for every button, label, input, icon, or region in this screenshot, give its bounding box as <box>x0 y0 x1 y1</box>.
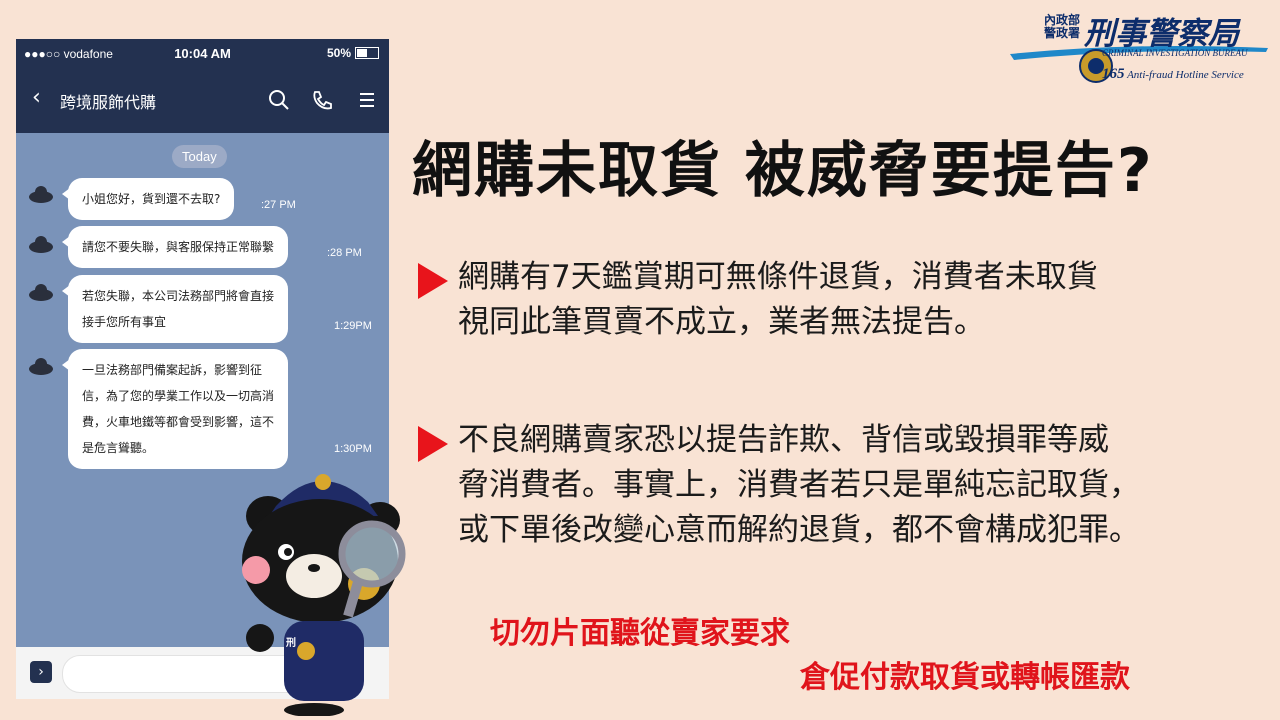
page-title: 網購未取貨 被威脅要提告? <box>412 136 1154 206</box>
menu-icon[interactable] <box>356 89 378 111</box>
mascot-badge-text: 刑 <box>286 636 296 649</box>
chat-title: 跨境服飾代購 <box>60 93 157 112</box>
message-time: 1:30PM <box>334 443 372 455</box>
message-line: 信，為了您的學業工作以及一切高消 <box>82 389 275 403</box>
status-bar: ●●●○○ vodafone 10:04 AM 50% <box>16 39 389 69</box>
cib-logo: 內政部 警政署 刑事警察局 CRIMINAL INVESTIGATION BUR… <box>1010 8 1272 86</box>
logo-agency-name: 刑事警察局 <box>1084 16 1239 52</box>
bullet-line: 視同此筆買賣不成立，業者無法提告。 <box>458 304 985 340</box>
logo-hotline-number: 165 <box>1102 66 1125 82</box>
bullet-line: 脅消費者。事實上，消費者若只是單純忘記取貨， <box>458 467 1140 503</box>
avatar <box>29 186 53 203</box>
chevron-right-icon[interactable]: › <box>30 661 52 683</box>
message-bubble: 一旦法務部門備案起訴，影響到征 信，為了您的學業工作以及一切高消 費，火車地鐵等… <box>61 349 289 469</box>
bullet-line: 或下單後改變心意而解約退貨，都不會構成犯罪。 <box>458 512 1140 548</box>
logo-hotline-text: Anti-fraud Hotline Service <box>1127 69 1244 81</box>
message-line: 接手您所有事宜 <box>82 315 167 329</box>
logo-npa: 警政署 <box>1044 26 1081 40</box>
message-bubble: 若您失聯，本公司法務部門將會直接 接手您所有事宜 <box>61 275 289 343</box>
message-line: 一旦法務部門備案起訴，影響到征 <box>82 363 263 377</box>
bullet-line: 網購有7天鑑賞期可無條件退貨，消費者未取貨 <box>458 259 1098 295</box>
message-line: 若您失聯，本公司法務部門將會直接 <box>82 289 275 303</box>
warning-line-2: 倉促付款取貨或轉帳匯款 <box>800 660 1130 695</box>
message-bubble: 小姐您好，貨到還不去取? <box>61 178 235 220</box>
battery-percent: 50% <box>326 46 351 60</box>
police-bear-mascot: 刑 <box>242 474 406 716</box>
phone-icon[interactable] <box>311 89 333 111</box>
message-line: 是危言聳聽。 <box>82 441 155 455</box>
message-bubble: 請您不要失聯，與客服保持正常聯繫 <box>61 226 289 268</box>
message-line: 費，火車地鐵等都會受到影響，這不 <box>82 415 275 429</box>
bullet-line: 不良網購賣家恐以提告詐欺、背信或毀損罪等威 <box>458 422 1109 458</box>
avatar <box>29 236 53 253</box>
chevron-left-icon[interactable]: ‹ <box>32 85 41 110</box>
message-time: 1:29PM <box>334 320 372 332</box>
message-time: :28 PM <box>327 247 362 259</box>
battery-icon <box>355 47 379 59</box>
warning-line-1: 切勿片面聽從賣家要求 <box>490 616 790 651</box>
triangle-bullet-icon <box>418 263 448 299</box>
chat-header: ‹ 跨境服飾代購 <box>16 69 389 133</box>
message-line: 小姐您好，貨到還不去取? <box>82 192 221 206</box>
avatar <box>29 284 53 301</box>
avatar <box>29 358 53 375</box>
message-time: :27 PM <box>261 199 296 211</box>
triangle-bullet-icon <box>418 426 448 462</box>
logo-english-name: CRIMINAL INVESTIGATION BUREAU <box>1102 48 1248 58</box>
message-line: 請您不要失聯，與客服保持正常聯繫 <box>82 240 275 254</box>
search-icon[interactable] <box>268 89 290 111</box>
date-badge: Today <box>172 145 227 168</box>
